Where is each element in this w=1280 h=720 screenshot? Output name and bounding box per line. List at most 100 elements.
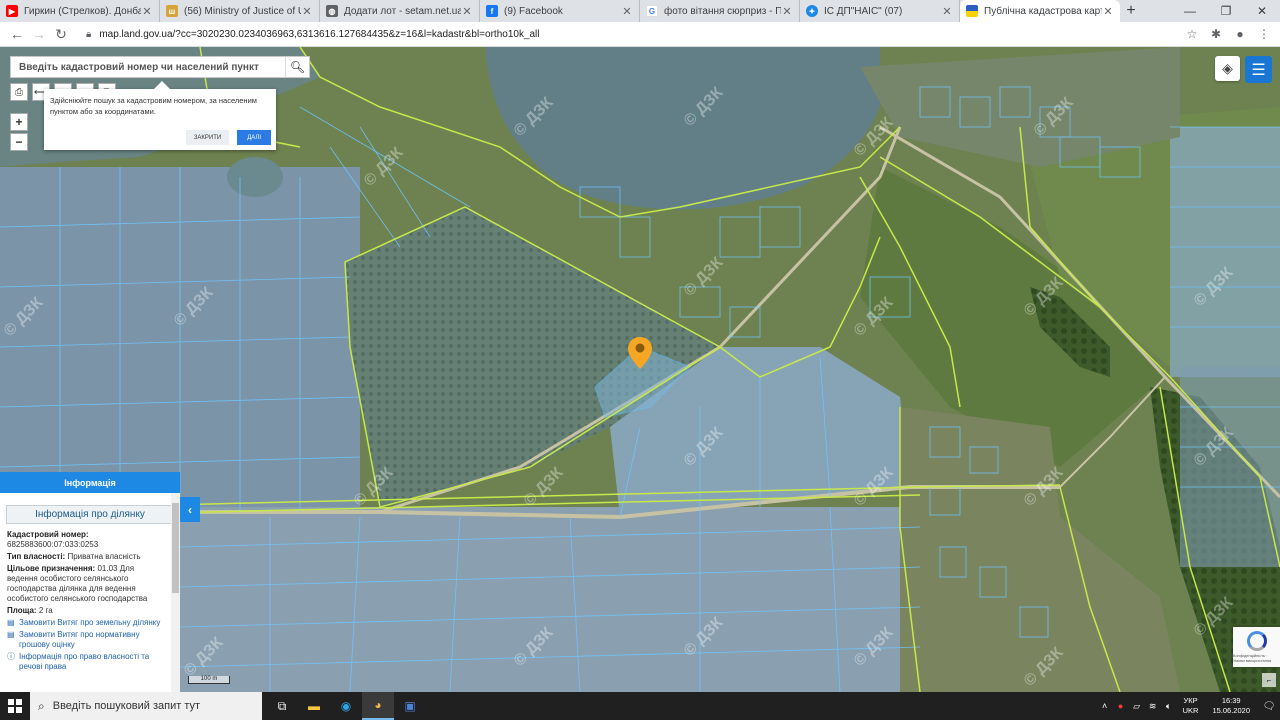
scale-bar: 100 m	[188, 676, 230, 684]
more-menu-icon[interactable]: ⋮	[1254, 24, 1274, 44]
tip-close-button[interactable]: ЗАКРИТИ	[185, 130, 230, 145]
windows-taskbar: ⌕ Введіть пошуковий запит тут ⧉ ▬ ◉ ◕ ▣ …	[0, 692, 1280, 720]
area-value: 2 га	[38, 606, 53, 615]
close-icon[interactable]: ✕	[461, 5, 473, 18]
tab-youtube[interactable]: ▶ Гиркин (Стрелков). Донбасс, М ✕	[0, 0, 160, 22]
wifi-icon[interactable]: ≋	[1145, 701, 1161, 712]
ukraine-flag-icon	[966, 5, 978, 17]
link-text[interactable]: Інформація про право власності та речові…	[19, 652, 166, 672]
clock-time: 16:39	[1221, 696, 1241, 705]
clock[interactable]: 16:39 15.06.2020	[1212, 696, 1250, 716]
tab-google-search[interactable]: G фото вітання сюрприз - Пошук ✕	[640, 0, 800, 22]
google-icon: G	[646, 5, 658, 17]
close-icon[interactable]: ✕	[621, 5, 633, 18]
url-text: map.land.gov.ua/?cc=3020230.0234036963,6…	[99, 28, 540, 40]
window-controls: — ❐ ✕	[1172, 0, 1280, 22]
tab-title: (56) Ministry of Justice of Ukraine	[184, 5, 301, 17]
purpose-label: Цільове призначення:	[7, 564, 96, 573]
ownership-info-link[interactable]: ⓘ Інформація про право власності та речо…	[7, 652, 166, 672]
close-icon[interactable]: ✕	[301, 5, 313, 18]
lang-bottom: UKR	[1182, 706, 1199, 715]
taskbar-search[interactable]: ⌕ Введіть пошуковий запит тут	[30, 692, 262, 720]
network-icon[interactable]: ▱	[1129, 701, 1145, 712]
info-panel-scrollbar[interactable]	[171, 493, 180, 692]
close-icon[interactable]: ✕	[141, 5, 153, 18]
tab-nais[interactable]: ✦ ІС ДП"НАІС" (07) ✕	[800, 0, 960, 22]
new-tab-button[interactable]: +	[1120, 0, 1142, 22]
link-text[interactable]: Замовити Витяг про земельну ділянку	[19, 618, 160, 628]
tab-title: (9) Facebook	[504, 5, 563, 17]
info-icon: ⓘ	[7, 652, 15, 661]
reload-icon[interactable]: ↻	[50, 23, 72, 45]
search-icon: ⌕	[38, 698, 45, 713]
facebook-icon: f	[486, 5, 498, 17]
close-icon[interactable]: ✕	[781, 5, 793, 18]
tab-title: ІС ДП"НАІС" (07)	[824, 5, 903, 17]
info-panel: Інформація Інформація про ділянку Кадаст…	[0, 472, 180, 692]
info-panel-subtitle: Інформація про ділянку	[6, 505, 174, 524]
search-icon[interactable]: 🔍︎	[285, 57, 309, 77]
location-pin-icon[interactable]	[628, 337, 652, 369]
volume-icon[interactable]: 🔈︎	[1161, 701, 1177, 712]
cadastral-search: 🔍︎	[10, 56, 310, 78]
tab-ministry-justice[interactable]: ш (56) Ministry of Justice of Ukraine ✕	[160, 0, 320, 22]
recaptcha-text: Конфіденційність · Умови використання	[1233, 653, 1272, 663]
browser-toolbar: ← → ↻ 🔒︎ map.land.gov.ua/?cc=3020230.023…	[0, 22, 1280, 47]
chevron-up-icon[interactable]: ˄	[1097, 701, 1113, 711]
tab-setam[interactable]: ◍ Додати лот - setam.net.ua ✕	[320, 0, 480, 22]
scrollbar-thumb[interactable]	[172, 503, 179, 593]
zoom-out-button[interactable]: −	[10, 133, 28, 151]
close-icon[interactable]: ✕	[941, 5, 953, 18]
cadastral-number-value: 6825883600:07:033:0253	[7, 540, 99, 549]
task-view-icon[interactable]: ⧉	[266, 692, 298, 720]
chrome-icon[interactable]: ◕	[362, 692, 394, 720]
zoom-in-button[interactable]: +	[10, 113, 28, 131]
forward-icon[interactable]: →	[28, 23, 50, 45]
document-icon: ▤	[7, 618, 15, 627]
profile-icon[interactable]: ●	[1230, 24, 1250, 44]
back-icon[interactable]: ←	[6, 23, 28, 45]
order-extract-link[interactable]: ▤ Замовити Витяг про земельну ділянку	[7, 618, 166, 628]
word-icon[interactable]: ▣	[394, 692, 426, 720]
windows-start-icon[interactable]	[0, 692, 30, 720]
tab-title: Гиркин (Стрелков). Донбасс, М	[24, 5, 141, 17]
layers-icon[interactable]: ◈	[1215, 56, 1240, 81]
expand-icon[interactable]: ⌐	[1262, 673, 1276, 687]
menu-icon[interactable]: ☰	[1245, 56, 1272, 83]
recaptcha-badge[interactable]: Конфіденційність · Умови використання	[1233, 627, 1280, 667]
search-input[interactable]	[11, 57, 285, 77]
opera-icon[interactable]: ●	[1113, 701, 1129, 711]
tab-cadastral-map[interactable]: Публічна кадастрова карта Укр ✕	[960, 0, 1120, 22]
ownership-value: Приватна власність	[67, 552, 141, 561]
file-explorer-icon[interactable]: ▬	[298, 692, 330, 720]
window-close-icon[interactable]: ✕	[1244, 0, 1280, 22]
ownership-label: Тип власності:	[7, 552, 66, 561]
zoom-controls: + −	[10, 113, 28, 153]
cadastral-number-label: Кадастровий номер:	[7, 530, 89, 539]
order-valuation-link[interactable]: ▤ Замовити Витяг про нормативну грошову …	[7, 630, 166, 650]
address-bar[interactable]: 🔒︎ map.land.gov.ua/?cc=3020230.023403696…	[78, 24, 1182, 44]
language-indicator[interactable]: УКР UKR	[1183, 696, 1199, 716]
print-icon[interactable]: ⎙	[10, 83, 28, 101]
area-label: Площа:	[7, 606, 37, 615]
edge-icon[interactable]: ◉	[330, 692, 362, 720]
document-icon: ▤	[7, 630, 15, 639]
close-icon[interactable]: ✕	[1102, 5, 1114, 18]
globe-icon: ◍	[326, 5, 338, 17]
notifications-icon[interactable]: 🗨︎	[1258, 701, 1280, 712]
extensions-icon[interactable]: ✱	[1206, 24, 1226, 44]
link-text[interactable]: Замовити Витяг про нормативну грошову оц…	[19, 630, 166, 650]
youtube-icon: ▶	[6, 5, 18, 17]
recaptcha-icon	[1246, 631, 1267, 651]
tab-title: Додати лот - setam.net.ua	[344, 5, 461, 17]
star-icon[interactable]: ☆	[1182, 24, 1202, 44]
collapse-panel-button[interactable]: ‹	[180, 497, 200, 522]
lock-icon[interactable]: 🔒︎	[86, 29, 91, 40]
tab-strip: ▶ Гиркин (Стрелков). Донбасс, М ✕ ш (56)…	[0, 0, 1280, 22]
cadastral-map[interactable]: © ДЗК © ДЗК © ДЗК © ДЗК © ДЗК © ДЗК © ДЗ…	[0, 47, 1280, 692]
tip-next-button[interactable]: ДАЛІ	[237, 130, 271, 145]
tab-facebook[interactable]: f (9) Facebook ✕	[480, 0, 640, 22]
minimize-icon[interactable]: —	[1172, 0, 1208, 22]
restore-icon[interactable]: ❐	[1208, 0, 1244, 22]
info-panel-title: Інформація	[0, 472, 180, 493]
